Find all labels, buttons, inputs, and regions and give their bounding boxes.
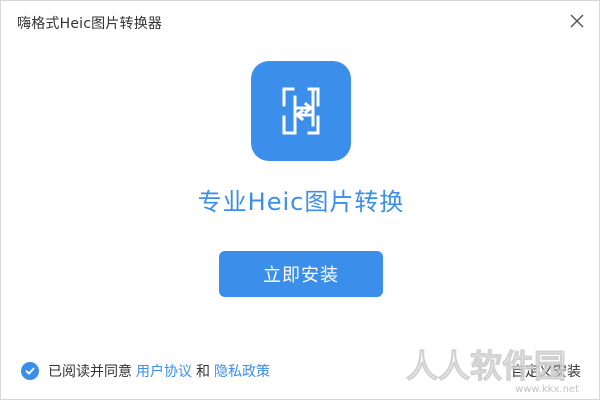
- custom-install-link[interactable]: 自定义安装: [511, 361, 581, 381]
- heic-converter-logo-icon: [282, 87, 320, 135]
- installer-window: 嗨格式Heic图片转换器 专业Heic图片转换 立即安装 已阅读并同意 用户协议…: [0, 0, 600, 400]
- window-title: 嗨格式Heic图片转换器: [17, 16, 163, 32]
- privacy-policy-link[interactable]: 隐私政策: [214, 361, 270, 381]
- app-logo: [251, 61, 351, 161]
- agree-text: 已阅读并同意: [48, 364, 132, 380]
- headline: 专业Heic图片转换: [197, 188, 405, 216]
- install-now-button[interactable]: 立即安装: [219, 251, 383, 297]
- close-icon: [570, 14, 584, 28]
- svg-text:www.kkx.net: www.kkx.net: [515, 384, 579, 395]
- close-button[interactable]: [565, 9, 589, 33]
- agree-checkbox[interactable]: [21, 362, 39, 380]
- agreement-row: 已阅读并同意 用户协议 和 隐私政策: [21, 361, 270, 381]
- and-text: 和: [196, 364, 210, 380]
- user-agreement-link[interactable]: 用户协议: [136, 361, 192, 381]
- checkmark-icon: [25, 367, 35, 375]
